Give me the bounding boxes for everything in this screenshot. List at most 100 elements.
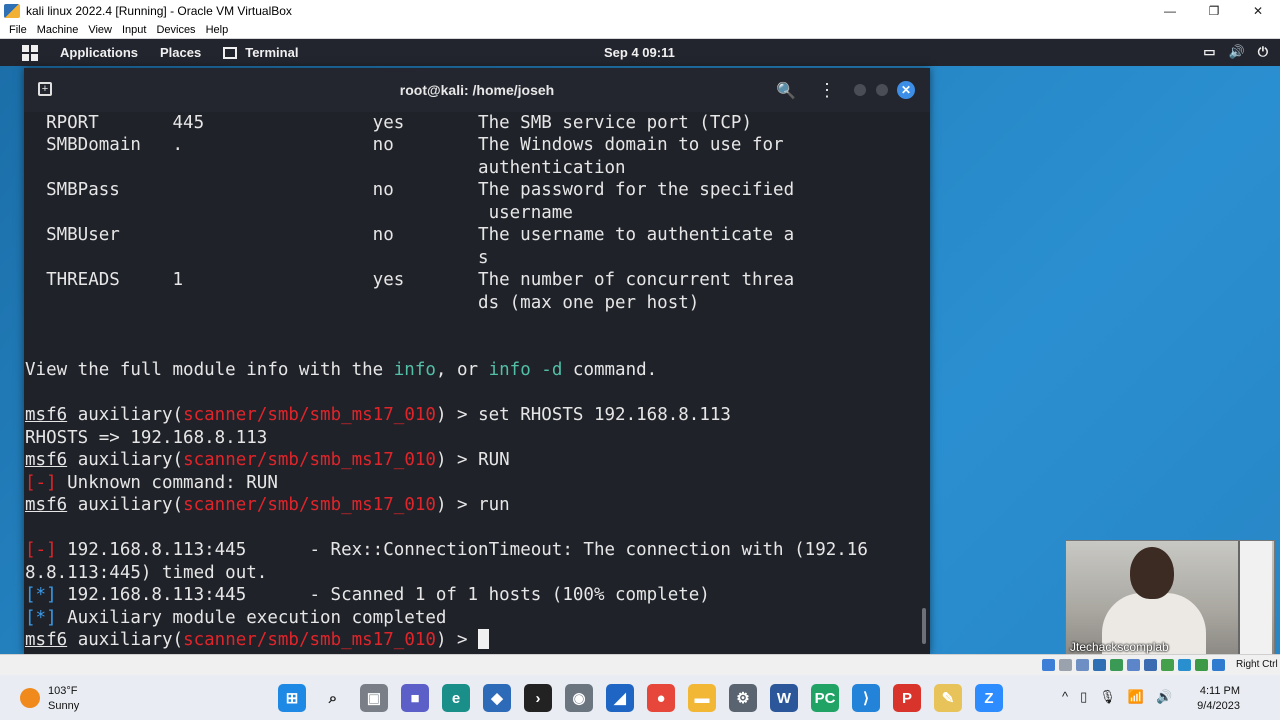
text-cursor bbox=[478, 629, 490, 649]
minimize-dot[interactable] bbox=[854, 84, 866, 96]
chevron-up-icon[interactable]: ^ bbox=[1062, 689, 1068, 705]
pdf-icon[interactable]: P bbox=[893, 684, 921, 712]
weather-desc: Sunny bbox=[48, 700, 80, 712]
output-line: ds (max one per host) bbox=[25, 293, 700, 313]
terminal-taskitem[interactable]: Terminal bbox=[223, 45, 298, 60]
weather-temp: 103°F bbox=[48, 685, 78, 697]
display-icon[interactable]: ▭ bbox=[1203, 44, 1215, 60]
terminal-header: + root@kali: /home/joseh 🔍 ⋮ ✕ bbox=[24, 68, 930, 112]
menu-devices[interactable]: Devices bbox=[151, 24, 200, 36]
terminal-output[interactable]: RPORT 445 yes The SMB service port (TCP)… bbox=[24, 112, 920, 654]
terminal-taskitem-label: Terminal bbox=[245, 45, 299, 60]
kali-top-panel: Applications Places Terminal Sep 4 09:11… bbox=[0, 39, 1280, 66]
output-line: SMBUser no The username to authenticate … bbox=[25, 225, 795, 245]
start-icon[interactable]: ⊞ bbox=[278, 684, 306, 712]
panel-tray: ▭ 🔊 ⏻ bbox=[1203, 44, 1268, 60]
wifi-icon[interactable]: 📶 bbox=[1128, 689, 1144, 705]
host-key-label: Right Ctrl bbox=[1236, 659, 1278, 670]
minimize-button[interactable]: — bbox=[1148, 0, 1192, 21]
zoom-icon[interactable]: Z bbox=[975, 684, 1003, 712]
error-line: [-] 192.168.8.113:445 - Rex::ConnectionT… bbox=[25, 540, 868, 560]
windows-taskbar: 103°F Sunny ⊞ ⌕ ▣ ■ e ◆ › ◉ ◢ ● ▬ ⚙ W PC… bbox=[0, 675, 1280, 720]
maximize-button[interactable]: ❐ bbox=[1192, 0, 1236, 21]
usb-icon[interactable] bbox=[1110, 659, 1123, 671]
pycharm-icon[interactable]: PC bbox=[811, 684, 839, 712]
notes-icon[interactable]: ✎ bbox=[934, 684, 962, 712]
system-tray: ^ ▯ 🎙 📶 🔊 bbox=[1062, 689, 1172, 705]
vscode-icon[interactable]: ⟩ bbox=[852, 684, 880, 712]
close-button[interactable]: ✕ bbox=[1236, 0, 1280, 21]
terminal-icon bbox=[223, 46, 238, 59]
prompt-line: msf6 auxiliary(scanner/smb/smb_ms17_010)… bbox=[25, 450, 510, 470]
audio-icon[interactable] bbox=[1076, 659, 1089, 671]
output-line: SMBDomain . no The Windows domain to use… bbox=[25, 135, 784, 155]
network-icon[interactable] bbox=[1093, 659, 1106, 671]
display-status-icon[interactable] bbox=[1144, 659, 1157, 671]
host-titlebar: kali linux 2022.4 [Running] - Oracle VM … bbox=[0, 0, 1280, 21]
recording-icon[interactable] bbox=[1161, 659, 1174, 671]
app-icon[interactable]: ◢ bbox=[606, 684, 634, 712]
menu-help[interactable]: Help bbox=[201, 24, 234, 36]
webcam-background bbox=[1238, 541, 1272, 657]
clock-date: 9/4/2023 bbox=[1197, 700, 1240, 712]
terminal-taskbar-icon[interactable]: › bbox=[524, 684, 552, 712]
search-taskbar-icon[interactable]: ⌕ bbox=[319, 684, 347, 712]
output-line: username bbox=[25, 203, 573, 223]
info-line: [*] 192.168.8.113:445 - Scanned 1 of 1 h… bbox=[25, 585, 710, 605]
taskbar-apps: ⊞ ⌕ ▣ ■ e ◆ › ◉ ◢ ● ▬ ⚙ W PC ⟩ P ✎ Z bbox=[278, 684, 1003, 712]
speaker-icon[interactable]: 🔊 bbox=[1156, 689, 1172, 705]
menu-file[interactable]: File bbox=[4, 24, 32, 36]
battery-icon[interactable]: ▯ bbox=[1080, 689, 1087, 705]
camera-icon[interactable]: ◉ bbox=[565, 684, 593, 712]
taskbar-clock[interactable]: 4:11 PM 9/4/2023 bbox=[1196, 684, 1240, 714]
file-explorer-icon[interactable]: ▬ bbox=[688, 684, 716, 712]
terminal-scrollbar[interactable] bbox=[922, 608, 926, 644]
menu-icon[interactable]: ⋮ bbox=[818, 80, 836, 101]
output-line: RPORT 445 yes The SMB service port (TCP) bbox=[25, 113, 752, 133]
menu-input[interactable]: Input bbox=[117, 24, 151, 36]
terminal-window: + root@kali: /home/joseh 🔍 ⋮ ✕ RPORT 445… bbox=[24, 68, 930, 654]
maximize-dot[interactable] bbox=[876, 84, 888, 96]
output-line: s bbox=[25, 248, 489, 268]
webcam-label: Jtechackscomplab bbox=[1070, 640, 1169, 654]
microphone-icon[interactable]: 🎙 bbox=[1099, 689, 1116, 705]
prompt-line: msf6 auxiliary(scanner/smb/smb_ms17_010)… bbox=[25, 405, 731, 425]
optical-icon[interactable] bbox=[1059, 659, 1072, 671]
mouse-integration-icon[interactable] bbox=[1195, 659, 1208, 671]
panel-clock[interactable]: Sep 4 09:11 bbox=[604, 45, 675, 60]
settings-icon[interactable]: ⚙ bbox=[729, 684, 757, 712]
volume-icon[interactable]: 🔊 bbox=[1229, 44, 1245, 60]
host-window-title: kali linux 2022.4 [Running] - Oracle VM … bbox=[26, 3, 292, 18]
output-line: SMBPass no The password for the specifie… bbox=[25, 180, 795, 200]
menu-view[interactable]: View bbox=[83, 24, 117, 36]
chrome-icon[interactable]: ● bbox=[647, 684, 675, 712]
shared-folder-icon[interactable] bbox=[1127, 659, 1140, 671]
host-menubar: File Machine View Input Devices Help bbox=[0, 21, 1280, 39]
cpu-icon[interactable] bbox=[1178, 659, 1191, 671]
prompt-line: msf6 auxiliary(scanner/smb/smb_ms17_010)… bbox=[25, 495, 510, 515]
edge-icon[interactable]: e bbox=[442, 684, 470, 712]
info-line: [*] Auxiliary module execution completed bbox=[25, 608, 447, 628]
chat-icon[interactable]: ■ bbox=[401, 684, 429, 712]
terminal-close-button[interactable]: ✕ bbox=[897, 81, 915, 99]
output-line: authentication bbox=[25, 158, 626, 178]
virtualbox-icon bbox=[4, 3, 20, 18]
power-icon[interactable]: ⏻ bbox=[1258, 44, 1268, 60]
sun-icon[interactable] bbox=[20, 688, 40, 708]
clock-time: 4:11 PM bbox=[1199, 685, 1240, 697]
menu-machine[interactable]: Machine bbox=[32, 24, 84, 36]
word-icon[interactable]: W bbox=[770, 684, 798, 712]
webcam-overlay: Jtechackscomplab bbox=[1065, 540, 1275, 658]
task-view-icon[interactable]: ▣ bbox=[360, 684, 388, 712]
apps-grid-icon[interactable] bbox=[22, 44, 38, 61]
applications-menu[interactable]: Applications bbox=[60, 45, 138, 60]
search-icon[interactable]: 🔍 bbox=[776, 81, 796, 101]
weather-widget[interactable]: 103°F Sunny bbox=[48, 684, 79, 714]
places-menu[interactable]: Places bbox=[160, 45, 201, 60]
output-line: THREADS 1 yes The number of concurrent t… bbox=[25, 270, 795, 290]
keyboard-icon[interactable] bbox=[1212, 659, 1225, 671]
prompt-line: msf6 auxiliary(scanner/smb/smb_ms17_010)… bbox=[25, 629, 490, 651]
vb-status-bar: Right Ctrl bbox=[0, 654, 1280, 675]
virtualbox-taskbar-icon[interactable]: ◆ bbox=[483, 684, 511, 712]
disk-icon[interactable] bbox=[1042, 659, 1055, 671]
